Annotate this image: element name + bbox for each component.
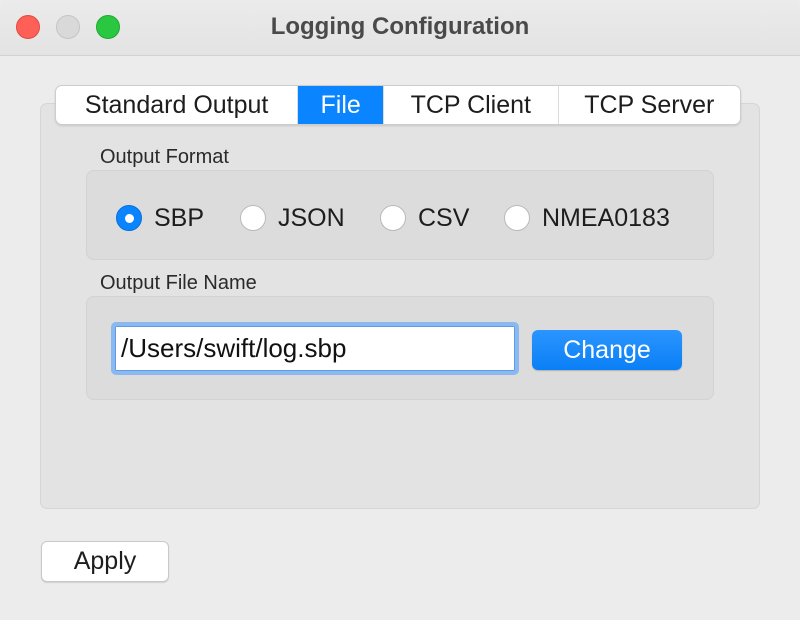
tab-file[interactable]: File — [298, 86, 385, 124]
radio-nmea0183[interactable]: NMEA0183 — [504, 204, 670, 233]
output-file-name-label: Output File Name — [100, 272, 257, 294]
tab-bar: Standard Output File TCP Client TCP Serv… — [55, 85, 741, 125]
radio-checked-icon[interactable] — [116, 205, 142, 231]
tab-standard-output[interactable]: Standard Output — [56, 86, 299, 124]
radio-label: JSON — [278, 203, 345, 232]
radio-json[interactable]: JSON — [240, 204, 380, 233]
radio-unchecked-icon[interactable] — [380, 205, 406, 231]
apply-button[interactable]: Apply — [41, 541, 169, 582]
output-format-label: Output Format — [100, 146, 229, 168]
radio-label: SBP — [154, 203, 205, 232]
radio-unchecked-icon[interactable] — [504, 205, 530, 231]
radio-unchecked-icon[interactable] — [240, 205, 266, 231]
window-title: Logging Configuration — [270, 13, 530, 40]
change-button[interactable]: Change — [532, 330, 682, 370]
tab-tcp-server[interactable]: TCP Server — [559, 86, 740, 124]
output-file-name-input[interactable] — [111, 322, 519, 375]
tab-tcp-client[interactable]: TCP Client — [384, 86, 559, 124]
title-bar: Logging Configuration — [0, 0, 800, 56]
radio-label: CSV — [418, 203, 470, 232]
radio-label: NMEA0183 — [542, 203, 670, 232]
radio-sbp[interactable]: SBP — [116, 204, 240, 233]
logging-configuration-window: Logging Configuration Standard Output Fi… — [0, 0, 800, 620]
radio-csv[interactable]: CSV — [380, 204, 504, 233]
output-format-radio-group: SBP JSON CSV NMEA0183 — [116, 203, 670, 233]
